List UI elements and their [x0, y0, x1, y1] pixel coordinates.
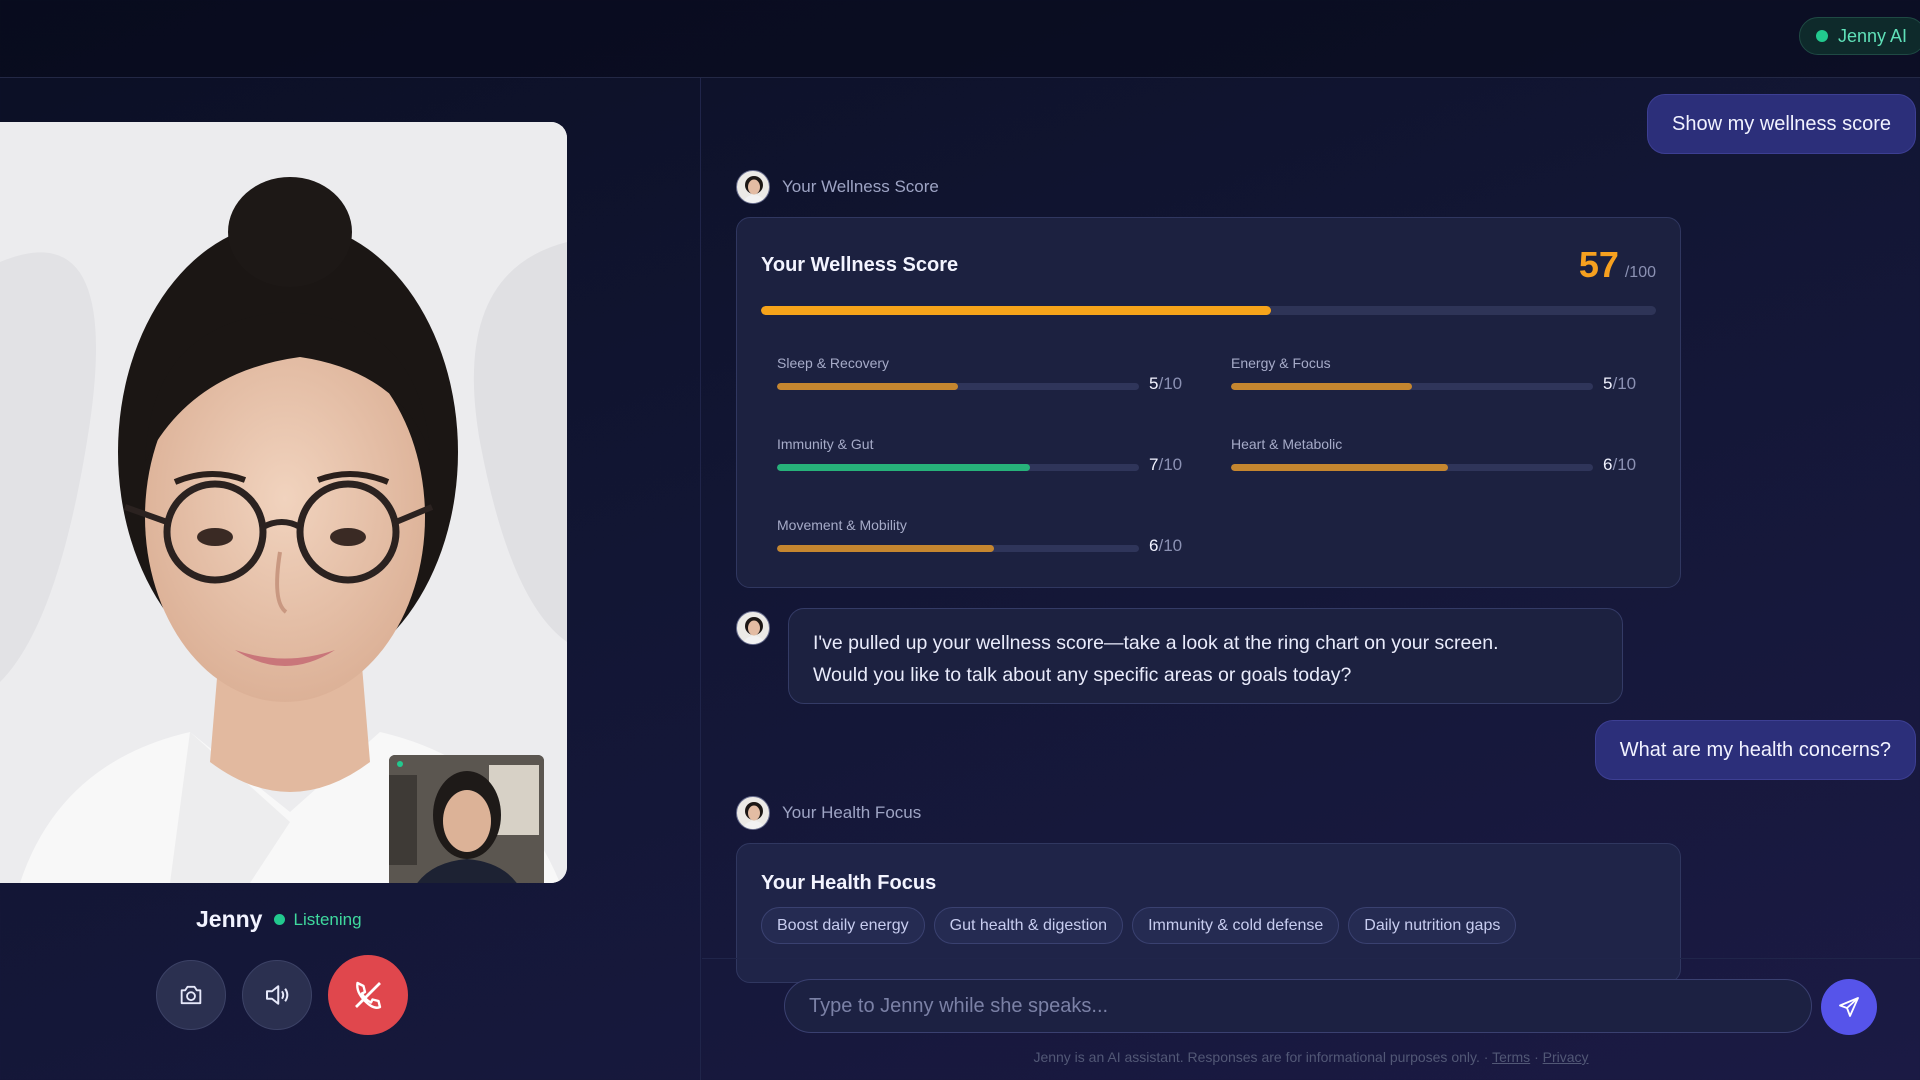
end-call-icon — [355, 981, 382, 1009]
focus-chip[interactable]: Daily nutrition gaps — [1348, 907, 1517, 944]
message-sender-row: Your Health Focus — [736, 796, 921, 830]
camera-icon — [180, 985, 202, 1005]
footer-separator: · — [1534, 1049, 1539, 1065]
metric-label: Heart & Metabolic — [1231, 436, 1343, 452]
end-call-button[interactable] — [328, 955, 408, 1035]
metric-label: Movement & Mobility — [777, 517, 907, 533]
wellness-metric: Sleep & Recovery 5/10 — [777, 355, 1187, 405]
metric-value: 5/10 — [1603, 374, 1636, 394]
metric-label: Energy & Focus — [1231, 355, 1331, 371]
sender-label: Your Wellness Score — [782, 177, 939, 196]
metric-bar — [1231, 383, 1593, 390]
privacy-link[interactable]: Privacy — [1543, 1049, 1589, 1065]
wellness-metric: Energy & Focus 5/10 — [1231, 355, 1641, 405]
metric-bar — [777, 464, 1139, 471]
metric-bar — [777, 383, 1139, 390]
ai-badge-label: Jenny AI — [1837, 25, 1907, 46]
focus-chip[interactable]: Boost daily energy — [761, 907, 925, 944]
footer-disclaimer: Jenny is an AI assistant. Responses are … — [702, 1049, 1920, 1065]
metric-bar-fill — [777, 464, 1031, 471]
self-view-image — [389, 755, 544, 883]
wellness-score-card: Your Wellness Score 57 /100 Sleep & Reco… — [736, 217, 1681, 588]
top-bar: Jenny AI — [0, 0, 1920, 78]
health-focus-chips: Boost daily energy Gut health & digestio… — [761, 907, 1517, 944]
jenny-avatar — [736, 796, 770, 830]
metric-bar — [1231, 464, 1593, 471]
status-dot-icon — [274, 914, 286, 925]
metric-label: Sleep & Recovery — [777, 355, 890, 371]
disclaimer-text: Jenny is an AI assistant. Responses are … — [1033, 1049, 1480, 1065]
focus-chip[interactable]: Gut health & digestion — [933, 907, 1124, 944]
listening-status: Listening — [274, 909, 362, 930]
user-message: Show my wellness score — [1647, 94, 1916, 154]
wellness-progress-bar — [761, 306, 1656, 315]
score-number: 57 — [1578, 244, 1619, 285]
metric-max: /10 — [1158, 455, 1183, 474]
score-max: /100 — [1624, 264, 1656, 281]
footer-separator: · — [1483, 1049, 1489, 1065]
metric-bar-fill — [1231, 383, 1412, 390]
metric-value: 7/10 — [1149, 455, 1182, 475]
call-controls — [156, 955, 408, 1035]
message-composer: Jenny is an AI assistant. Responses are … — [702, 958, 1920, 1080]
metric-value: 6/10 — [1149, 536, 1182, 556]
user-message: What are my health concerns? — [1594, 720, 1916, 780]
speaker-icon — [266, 985, 289, 1005]
metric-value: 5/10 — [1149, 374, 1182, 394]
jenny-avatar — [736, 611, 770, 645]
sender-label: Your Health Focus — [782, 803, 922, 822]
caller-info: Jenny Listening — [196, 906, 362, 933]
camera-button[interactable] — [156, 960, 226, 1030]
assistant-message: I've pulled up your wellness score—take … — [788, 608, 1623, 704]
metric-label: Immunity & Gut — [777, 436, 874, 452]
wellness-metric: Movement & Mobility 6/10 — [777, 517, 1187, 567]
assistant-message-line: I've pulled up your wellness score—take … — [813, 632, 1499, 654]
health-focus-title: Your Health Focus — [761, 872, 937, 894]
wellness-progress-fill — [761, 306, 1272, 315]
assistant-message-line: Would you like to talk about any specifi… — [813, 664, 1352, 686]
send-button[interactable] — [1821, 979, 1877, 1035]
listening-label: Listening — [293, 909, 362, 929]
metric-bar-fill — [777, 545, 995, 552]
main-video-feed[interactable] — [0, 122, 567, 883]
call-panel: Jenny Listening — [0, 78, 701, 1080]
metric-max: /10 — [1612, 374, 1637, 393]
self-view-video[interactable] — [389, 755, 544, 883]
jenny-avatar — [736, 170, 770, 204]
metric-bar — [777, 545, 1139, 552]
terms-link[interactable]: Terms — [1492, 1049, 1530, 1065]
metric-max: /10 — [1158, 374, 1183, 393]
send-icon — [1839, 997, 1859, 1017]
caller-name: Jenny — [196, 906, 263, 932]
ai-status-badge[interactable]: Jenny AI — [1798, 17, 1920, 55]
message-input[interactable] — [784, 979, 1812, 1033]
wellness-score-value: 57 /100 — [1579, 244, 1656, 286]
focus-chip[interactable]: Immunity & cold defense — [1132, 907, 1340, 944]
metric-max: /10 — [1158, 536, 1183, 555]
metric-bar-fill — [777, 383, 958, 390]
online-dot-icon — [1815, 30, 1828, 42]
wellness-metric: Immunity & Gut 7/10 — [777, 436, 1187, 486]
metric-bar-fill — [1231, 464, 1449, 471]
message-sender-row: Your Wellness Score — [736, 170, 939, 204]
chat-transcript[interactable]: Show my wellness score Your Wellness Sco… — [702, 78, 1920, 983]
metric-value: 6/10 — [1603, 455, 1636, 475]
metric-max: /10 — [1612, 455, 1637, 474]
self-view-live-dot — [397, 761, 403, 767]
wellness-metric: Heart & Metabolic 6/10 — [1231, 436, 1641, 486]
speaker-button[interactable] — [242, 960, 312, 1030]
wellness-card-title: Your Wellness Score — [761, 254, 959, 276]
